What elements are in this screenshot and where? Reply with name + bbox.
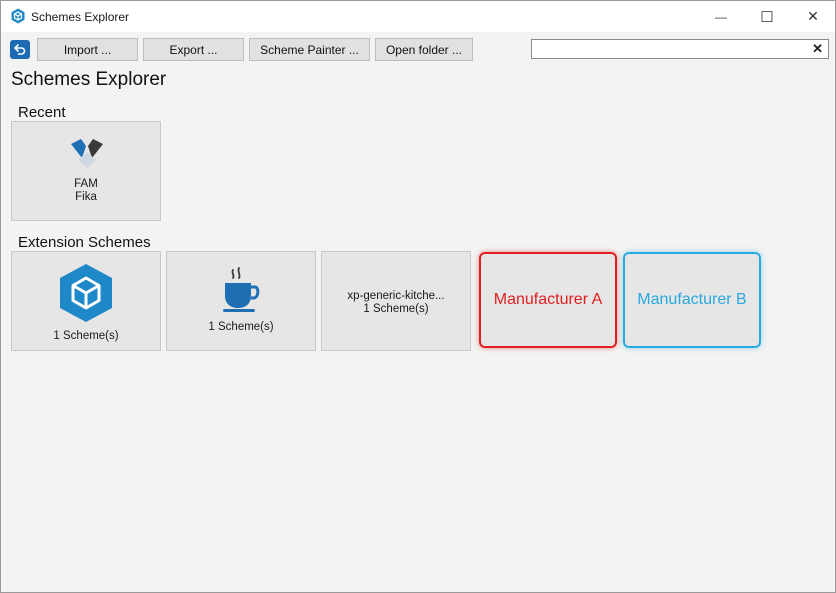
manufacturer-b-label: Manufacturer B: [637, 291, 747, 308]
export-button[interactable]: Export ...: [143, 38, 244, 61]
manufacturer-a-label: Manufacturer A: [493, 291, 603, 308]
close-icon: ✕: [807, 8, 819, 24]
manufacturer-a-tile[interactable]: Manufacturer A: [479, 252, 617, 348]
minimize-button[interactable]: —: [698, 1, 744, 32]
extension-tile-1[interactable]: 1 Scheme(s): [11, 251, 161, 351]
maximize-button[interactable]: ☐: [744, 1, 790, 32]
extension-tile-3[interactable]: xp-generic-kitche... 1 Scheme(s): [321, 251, 471, 351]
minimize-icon: —: [715, 9, 727, 24]
extension-tile-2[interactable]: 1 Scheme(s): [166, 251, 316, 351]
hexagon-cube-icon: [60, 264, 112, 322]
window-title: Schemes Explorer: [31, 10, 130, 24]
coffee-cup-icon: [223, 267, 260, 312]
page-title: Schemes Explorer: [11, 69, 167, 90]
title-bar: Schemes Explorer — ☐ ✕: [1, 1, 835, 32]
close-button[interactable]: ✕: [790, 1, 835, 32]
import-button[interactable]: Import ...: [37, 38, 138, 61]
extension-tile-1-count: 1 Scheme(s): [53, 330, 119, 342]
search-input[interactable]: ✕: [531, 39, 829, 59]
fam-logo-icon: [71, 139, 103, 168]
recent-tile-line2: Fika: [75, 191, 97, 203]
back-button[interactable]: [10, 40, 30, 59]
extension-tile-2-count: 1 Scheme(s): [208, 321, 274, 333]
open-folder-button[interactable]: Open folder ...: [375, 38, 473, 61]
extension-tile-3-count: 1 Scheme(s): [363, 303, 429, 315]
recent-tile-fam-fika[interactable]: FAM Fika: [11, 121, 161, 221]
app-icon: [11, 8, 25, 24]
extension-schemes-section-label: Extension Schemes: [18, 234, 151, 251]
scheme-painter-button[interactable]: Scheme Painter ...: [249, 38, 370, 61]
back-arrow-icon: [14, 44, 26, 55]
manufacturer-b-tile[interactable]: Manufacturer B: [623, 252, 761, 348]
extension-tile-3-name: xp-generic-kitche...: [347, 290, 445, 302]
recent-section-label: Recent: [18, 104, 66, 121]
maximize-icon: ☐: [760, 8, 774, 26]
recent-tile-line1: FAM: [74, 178, 98, 190]
schemes-explorer-window: Schemes Explorer — ☐ ✕ Import ... Export…: [0, 0, 836, 593]
clear-search-icon[interactable]: ✕: [812, 41, 823, 57]
